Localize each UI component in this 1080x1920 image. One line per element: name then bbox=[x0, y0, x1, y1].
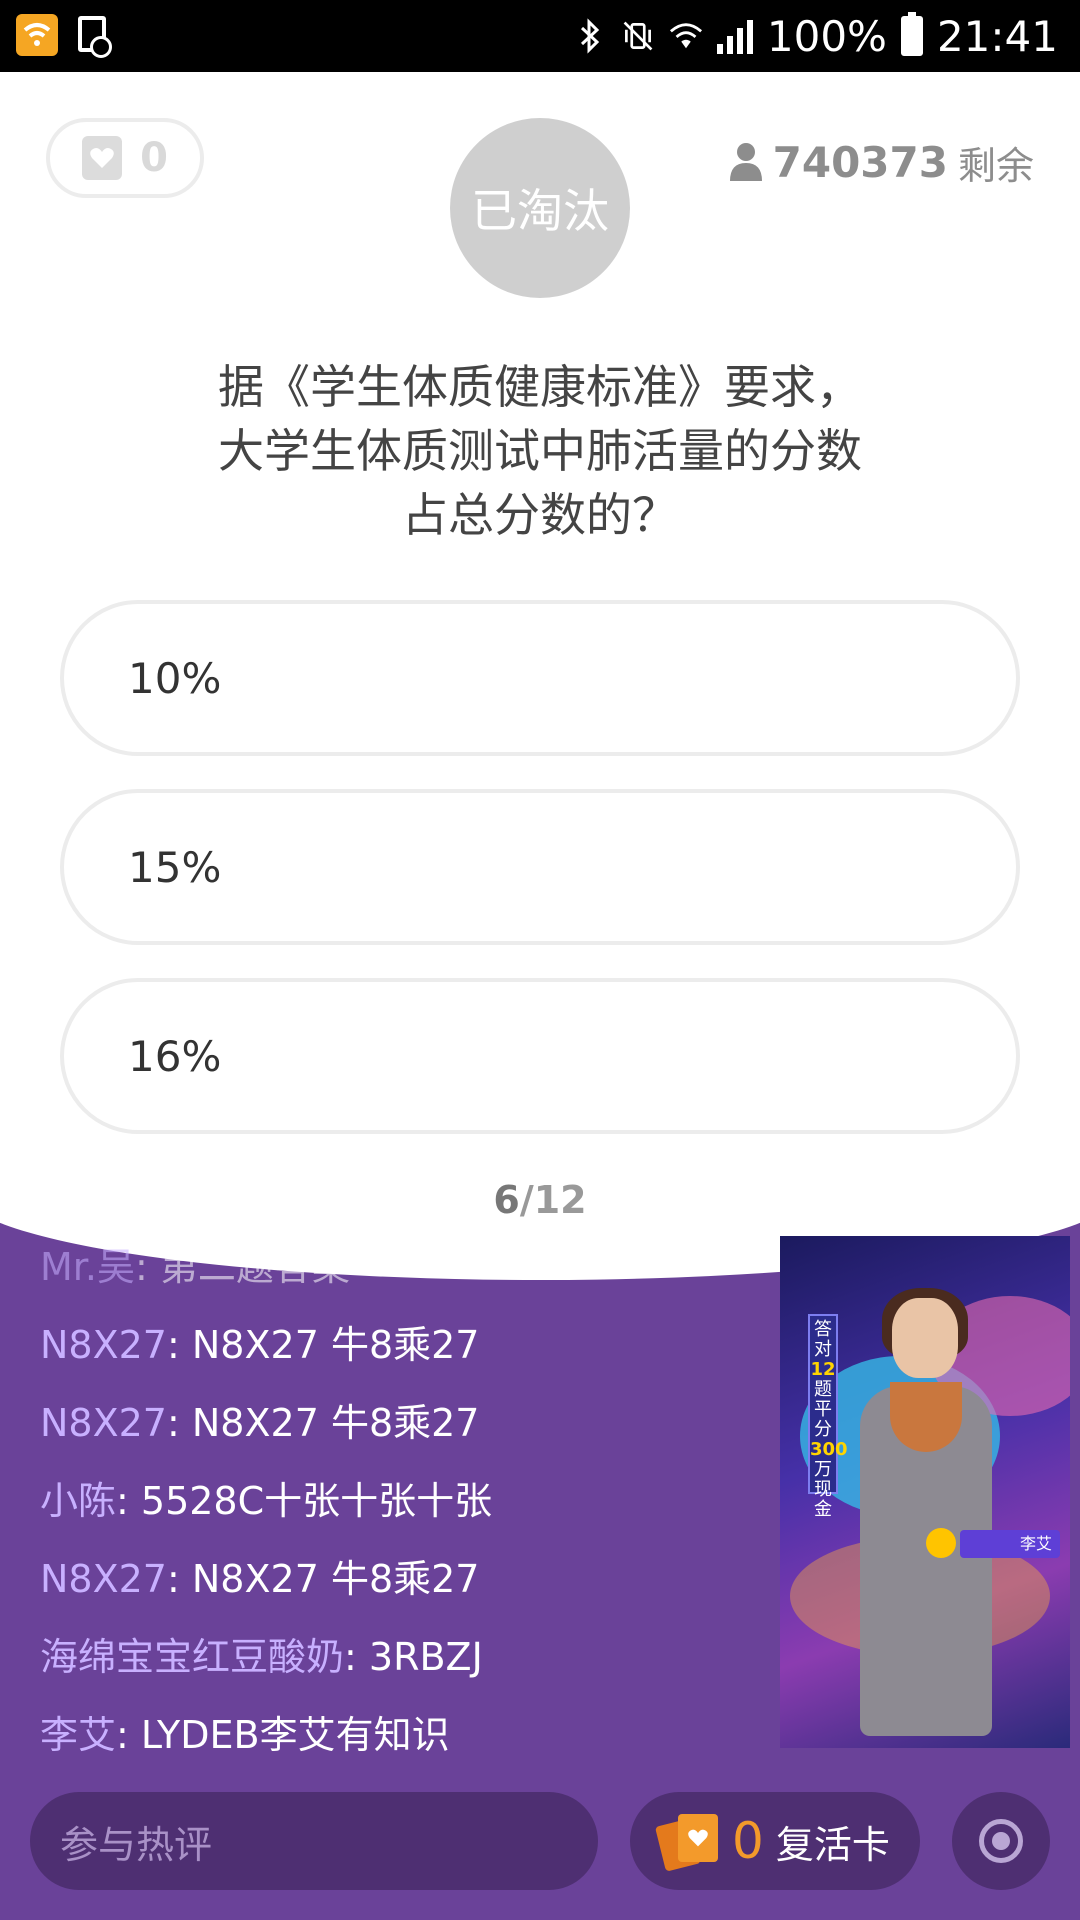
chat-username: N8X27 bbox=[40, 1323, 167, 1367]
prize-banner-text: 答对 bbox=[814, 1319, 832, 1360]
chat-message: 海绵宝宝红豆酸奶: 3RBZJ bbox=[40, 1626, 760, 1704]
chat-text: : N8X27 牛8乘27 bbox=[167, 1557, 480, 1601]
question-text: 据《学生体质健康标准》要求，大学生体质测试中肺活量的分数占总分数的？ bbox=[218, 360, 862, 542]
chat-message: Mr.吴: 第二题答案 bbox=[40, 1236, 760, 1314]
progress-current: 6 bbox=[493, 1178, 520, 1222]
chat-username: N8X27 bbox=[40, 1401, 167, 1445]
prize-banner-number: 12 bbox=[810, 1359, 836, 1380]
host-video[interactable]: 答对 12 题平分 300 万现金 李艾 bbox=[780, 1236, 1070, 1748]
host-figure bbox=[860, 1382, 992, 1736]
wifi-master-app-icon bbox=[16, 14, 58, 56]
answer-option-2[interactable]: 15% bbox=[60, 789, 1020, 945]
prize-banner: 答对 12 题平分 300 万现金 bbox=[808, 1314, 848, 1520]
chat-username: 小陈 bbox=[40, 1479, 117, 1523]
comment-input[interactable]: 参与热评 bbox=[30, 1792, 598, 1890]
heart-icon bbox=[82, 136, 123, 180]
status-bar: 100% 21:41 bbox=[0, 0, 1080, 72]
chat-username: 李艾 bbox=[40, 1713, 117, 1757]
prize-banner-text: 万现金 bbox=[814, 1459, 832, 1520]
chat-message: 小陈: 5528C十张十张十张 bbox=[40, 1470, 760, 1548]
chat-message: N8X27: N8X27 牛8乘27 bbox=[40, 1314, 760, 1392]
chat-text: : LYDEB李艾有知识 bbox=[116, 1713, 450, 1757]
chat-username: 海绵宝宝红豆酸奶 bbox=[40, 1635, 345, 1679]
revive-card-button[interactable]: 0 复活卡 bbox=[630, 1792, 920, 1890]
answer-option-label: 15% bbox=[128, 842, 222, 892]
chat-message: N8X27: N8X27 牛8乘27 bbox=[40, 1548, 760, 1626]
answer-option-label: 10% bbox=[128, 653, 222, 703]
lives-count: 0 bbox=[140, 135, 168, 181]
host-name-tag: 李艾 bbox=[960, 1530, 1060, 1558]
host-tag-logo bbox=[926, 1528, 956, 1558]
chat-message: 李艾: LYDEB李艾有知识 bbox=[40, 1704, 760, 1782]
answer-option-label: 16% bbox=[128, 1031, 222, 1081]
battery-percent: 100% bbox=[766, 11, 887, 61]
chat-text: : N8X27 牛8乘27 bbox=[167, 1401, 480, 1445]
answer-option-1[interactable]: 10% bbox=[60, 600, 1020, 756]
vibrate-mute-icon bbox=[621, 17, 655, 55]
revive-card-label: 复活卡 bbox=[775, 1822, 890, 1867]
chat-message: N8X27: N8X27 牛8乘27 bbox=[40, 1392, 760, 1470]
host-figure bbox=[892, 1298, 958, 1378]
revive-card-icon bbox=[654, 1814, 720, 1872]
remaining-count: 740373 bbox=[772, 138, 948, 187]
prize-banner-amount: 300 bbox=[810, 1439, 848, 1460]
battery-icon bbox=[900, 12, 923, 56]
remaining-players: 740373 剩余 bbox=[729, 135, 1034, 190]
bluetooth-icon bbox=[573, 17, 607, 55]
remaining-label: 剩余 bbox=[957, 144, 1034, 188]
record-icon bbox=[979, 1819, 1023, 1863]
question-progress: 6/12 bbox=[440, 1178, 640, 1222]
chat-text: : 第二题答案 bbox=[135, 1245, 350, 1289]
chat-text: : 5528C十张十张十张 bbox=[116, 1479, 493, 1523]
record-button[interactable] bbox=[952, 1792, 1050, 1890]
eliminated-badge: 已淘汰 bbox=[450, 118, 630, 298]
prize-banner-text: 题平分 bbox=[814, 1379, 832, 1440]
live-chat: Mr.吴: 第二题答案 N8X27: N8X27 牛8乘27 N8X27: N8… bbox=[40, 1236, 760, 1782]
wifi-icon bbox=[669, 17, 703, 55]
revive-card-count: 0 bbox=[732, 1812, 764, 1870]
chat-text: : 3RBZJ bbox=[344, 1635, 483, 1679]
cell-signal-icon bbox=[716, 18, 753, 54]
answer-option-3[interactable]: 16% bbox=[60, 978, 1020, 1134]
screenshot-notification-icon bbox=[78, 16, 112, 58]
chat-text: : N8X27 牛8乘27 bbox=[167, 1323, 480, 1367]
lives-counter[interactable]: 0 bbox=[46, 118, 204, 198]
person-icon bbox=[729, 141, 763, 185]
progress-total: /12 bbox=[519, 1178, 587, 1222]
chat-username: N8X27 bbox=[40, 1557, 167, 1601]
clock: 21:41 bbox=[936, 11, 1058, 61]
chat-username: Mr.吴 bbox=[40, 1245, 136, 1289]
